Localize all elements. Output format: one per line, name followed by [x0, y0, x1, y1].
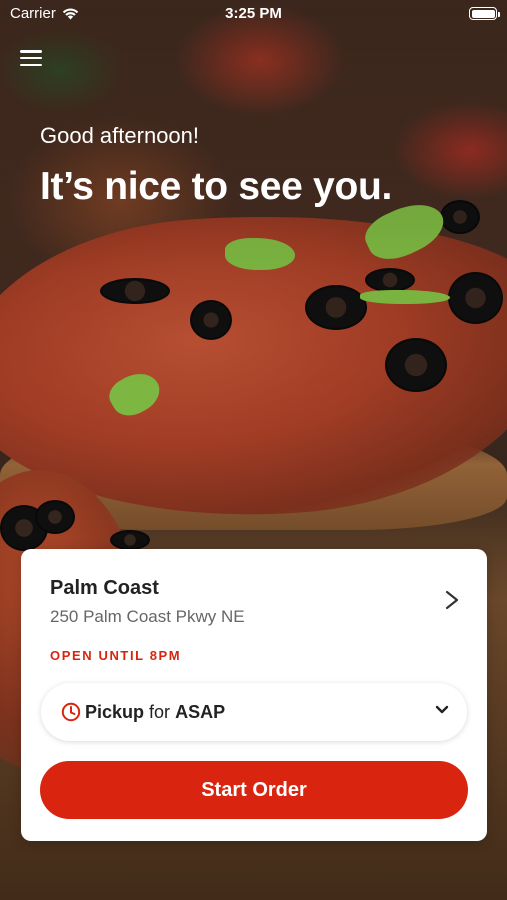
headline-text: It’s nice to see you. — [40, 165, 393, 208]
fulfillment-connector: for — [149, 701, 171, 722]
fulfillment-time: ASAP — [175, 701, 226, 722]
battery-icon — [469, 7, 500, 20]
fulfillment-method: Pickup — [85, 701, 145, 722]
store-address[interactable]: 250 Palm Coast Pkwy NE — [50, 607, 245, 627]
store-card: Palm Coast 250 Palm Coast Pkwy NE OPEN U… — [21, 549, 487, 841]
status-time: 3:25 PM — [225, 5, 282, 22]
start-order-button[interactable]: Start Order — [40, 761, 468, 819]
store-hours: OPEN UNTIL 8PM — [50, 648, 182, 663]
greeting-text: Good afternoon! — [40, 123, 200, 148]
chevron-down-icon[interactable] — [435, 705, 449, 715]
store-name[interactable]: Palm Coast — [50, 577, 159, 600]
status-bar: Carrier 3:25 PM — [0, 0, 507, 28]
clock-icon — [61, 702, 81, 722]
menu-icon[interactable] — [20, 48, 42, 68]
fulfillment-text: Pickup for ASAP — [85, 702, 225, 723]
chevron-right-icon[interactable] — [445, 590, 459, 610]
fulfillment-selector[interactable]: Pickup for ASAP — [41, 683, 467, 741]
